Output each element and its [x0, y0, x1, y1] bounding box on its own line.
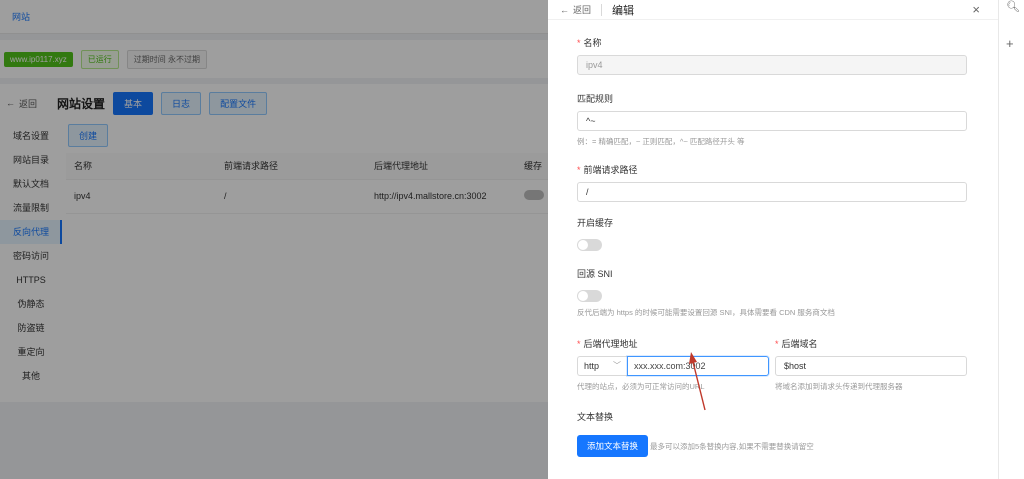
close-icon[interactable]: × [972, 2, 980, 17]
host-input[interactable]: $host [775, 356, 967, 376]
drawer-header: ← 返回 编辑 × [548, 0, 998, 20]
drawer-back-link[interactable]: ← 返回 [560, 3, 591, 16]
backend-label: * 后端代理地址 [577, 339, 638, 349]
add-replace-button[interactable]: 添加文本替换 [577, 435, 649, 457]
backend-row: * 后端代理地址 http ﹀ xxx.xxx.com:3002 代理的站点，必须… [577, 337, 967, 392]
chevron-down-icon: ﹀ [613, 361, 621, 370]
path-label: * 前端请求路径 [577, 165, 638, 175]
replace-help: 最多可以添加5条替换内容,如果不需要替换请留空 [650, 441, 814, 451]
cache-label: 开启缓存 [577, 218, 614, 228]
host-label: * 后端域名 [775, 339, 818, 349]
background-page: 网站 www.ip0117.xyz 已运行 过期时间 永不过期 ← 返回 网站设… [0, 0, 548, 479]
host-help: 将域名添加到请求头传递到代理服务器 [775, 382, 903, 391]
drawer-title: 编辑 [612, 4, 635, 17]
replace-row: 添加文本替换 最多可以添加5条替换内容,如果不需要替换请留空 [577, 435, 967, 457]
backend-field: * 后端代理地址 http ﹀ xxx.xxx.com:3002 代理的站点，必须… [577, 337, 769, 392]
cache-switch[interactable] [577, 239, 602, 251]
backend-help: 代理的站点，必须为可正常访问的URL [577, 382, 705, 391]
scheme-select[interactable]: http ﹀ [577, 356, 627, 376]
sni-help: 反代后端为 https 的时候可能需要设置回源 SNI，具体需要看 CDN 服务… [577, 308, 835, 317]
sni-switch[interactable] [577, 290, 602, 302]
drawer-back-label: 返回 [573, 5, 592, 15]
edit-drawer: ← 返回 编辑 × * 名称 ipv4 匹配规则 ^~ 例：= 精确匹配，~ 正则… [548, 0, 998, 479]
sni-label: 回源 SNI [577, 269, 613, 279]
backend-input-group: http ﹀ xxx.xxx.com:3002 [577, 356, 769, 376]
scheme-value: http [584, 361, 600, 371]
search-icon[interactable]: 🔍︎ [1006, 0, 1020, 13]
edit-form: * 名称 ipv4 匹配规则 ^~ 例：= 精确匹配，~ 正则匹配，^~ 匹配路径… [577, 36, 967, 457]
plus-icon[interactable]: + [1006, 36, 1014, 51]
backend-input[interactable]: xxx.xxx.com:3002 [627, 356, 769, 376]
modal-overlay[interactable] [0, 0, 548, 479]
match-input[interactable]: ^~ [577, 111, 967, 131]
match-label: 匹配规则 [577, 94, 614, 104]
right-toolbar: 🔍︎ + [998, 0, 1024, 479]
host-field: * 后端域名 $host 将域名添加到请求头传递到代理服务器 [775, 337, 967, 392]
replace-label: 文本替换 [577, 412, 614, 422]
match-help: 例：= 精确匹配，~ 正则匹配，^~ 匹配路径开头 等 [577, 137, 745, 146]
name-label: * 名称 [577, 38, 602, 48]
name-input[interactable]: ipv4 [577, 55, 967, 75]
arrow-left-icon: ← [560, 4, 569, 15]
path-input[interactable]: / [577, 182, 967, 202]
header-divider [601, 3, 603, 16]
